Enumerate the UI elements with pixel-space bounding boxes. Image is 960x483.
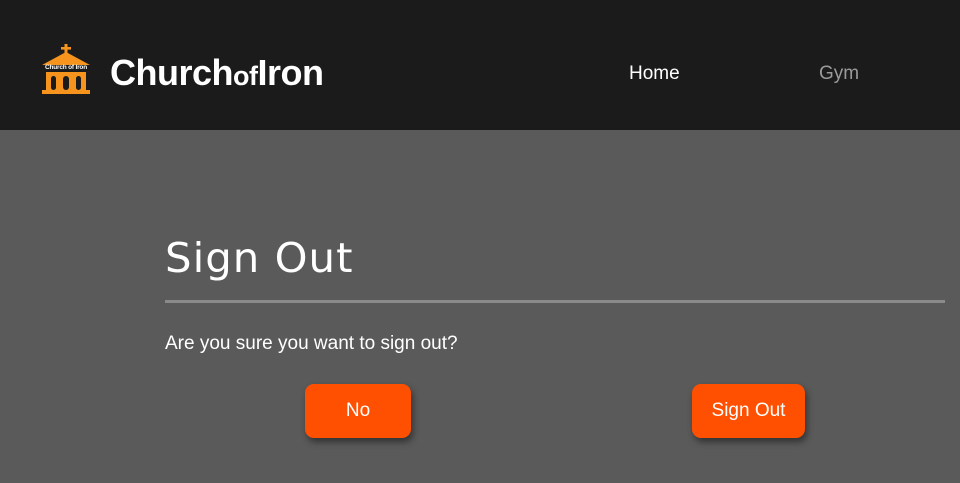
sign-out-button[interactable]: Sign Out	[692, 384, 805, 438]
brand-name-iron: Iron	[257, 52, 324, 93]
no-button[interactable]: No	[305, 384, 411, 438]
brand-name: ChurchofIron	[110, 52, 324, 97]
logo-text: Church of Iron	[45, 64, 87, 71]
brand-name-church: Church	[110, 52, 234, 93]
page-title: Sign Out	[165, 234, 354, 282]
brand-name-of: of	[233, 61, 258, 91]
nav-gym-link[interactable]: Gym	[819, 63, 859, 85]
church-icon: Church of Iron	[36, 44, 96, 98]
confirm-question: Are you sure you want to sign out?	[165, 333, 458, 354]
title-divider	[165, 300, 945, 303]
nav-home-link[interactable]: Home	[629, 63, 680, 85]
navbar: Church of Iron ChurchofIron Home Gym	[0, 0, 960, 130]
